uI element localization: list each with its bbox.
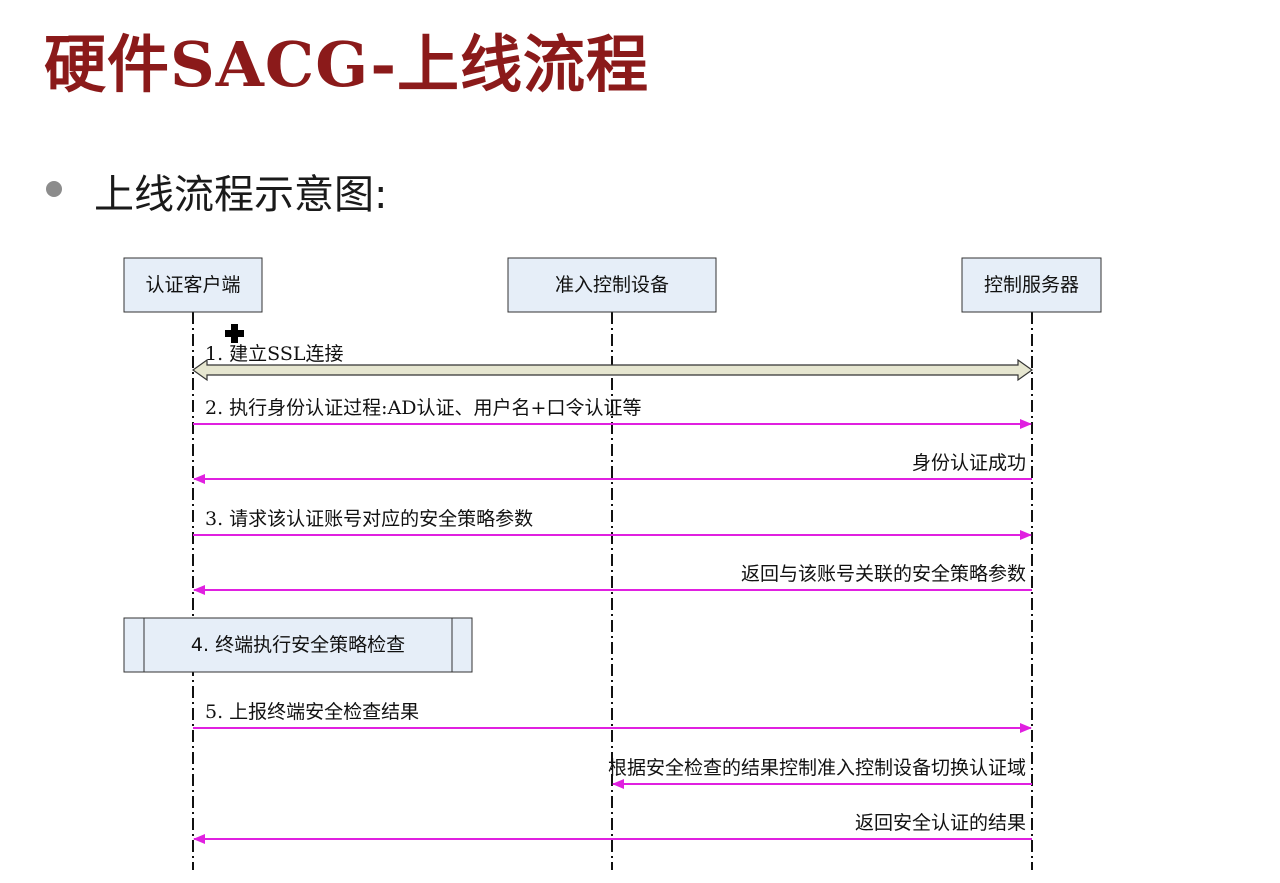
message-label: 5. 上报终端安全检查结果 <box>205 701 419 723</box>
message-label: 返回与该账号关联的安全策略参数 <box>741 563 1026 585</box>
message-label: 3. 请求该认证账号对应的安全策略参数 <box>205 508 533 530</box>
participant-label: 认证客户端 <box>145 274 240 296</box>
message-label: 1. 建立SSL连接 <box>205 343 343 365</box>
process-label: 4. 终端执行安全策略检查 <box>191 634 405 656</box>
message-label: 2. 执行身份认证过程:AD认证、用户名+口令认证等 <box>205 397 641 419</box>
participant-label: 准入控制设备 <box>555 274 669 296</box>
participant-label: 控制服务器 <box>984 274 1079 296</box>
plus-cursor-icon <box>225 324 244 343</box>
message-label: 根据安全检查的结果控制准入控制设备切换认证域 <box>608 757 1026 779</box>
sequence-diagram: 认证客户端 准入控制设备 控制服务器 4. 终端执行安全策略检查 1. 建立SSL连接… <box>123 257 1102 870</box>
message-label: 身份认证成功 <box>912 452 1026 474</box>
message-label: 返回安全认证的结果 <box>855 812 1026 834</box>
